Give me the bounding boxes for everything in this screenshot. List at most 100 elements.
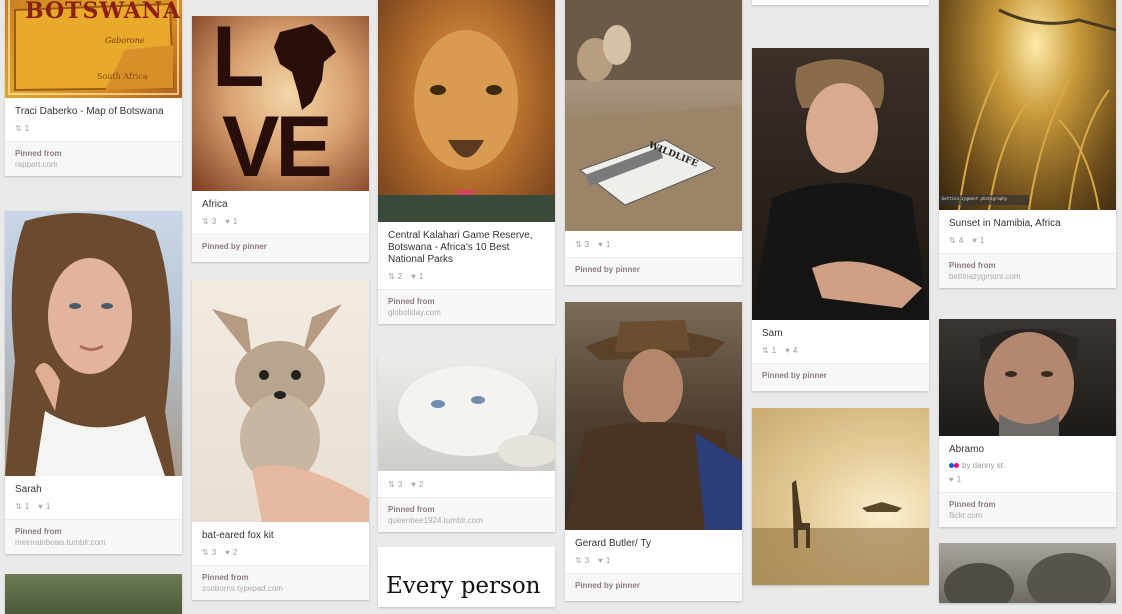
repin-count: ⇅ 3: [202, 217, 217, 226]
pin-body: Traci Daberko - Map of Botswana ⇅ 1: [5, 98, 182, 141]
source-link[interactable]: globoliday.com: [388, 307, 545, 318]
map-region: South Africa: [97, 72, 148, 81]
fox-kit-illustration: [212, 304, 369, 522]
pin-description: bat-eared fox kit: [202, 530, 274, 541]
map-city: Gaborone: [105, 36, 145, 45]
pin-card[interactable]: BOTSWANA Gaborone South Africa Traci Dab…: [5, 0, 182, 176]
pin-card[interactable]: Every person: [378, 547, 555, 607]
pin-image[interactable]: L VE: [192, 16, 369, 191]
pin-body: Gerard Butler/ Ty ⇅ 3 ♥ 1: [565, 530, 742, 573]
pin-card[interactable]: [939, 543, 1116, 603]
source-link[interactable]: bettinazygmont.com: [949, 271, 1106, 282]
source-link[interactable]: rappart.com: [15, 159, 172, 170]
source-link[interactable]: zooborns.typepad.com: [202, 583, 359, 594]
pin-card[interactable]: WILDLIFE ⇅ 3 ♥ 1 Pinned by pinner: [565, 0, 742, 285]
pin-image[interactable]: [939, 543, 1116, 603]
heart-icon: ♥: [225, 548, 230, 557]
pinned-from-label: Pinned from: [15, 149, 62, 158]
pin-image[interactable]: [378, 356, 555, 471]
cowboy-illustration: [565, 302, 742, 530]
pin-footer: Pinned from meinrainbows.tumblr.com: [5, 519, 182, 554]
pin-stats: ⇅ 1: [15, 123, 172, 135]
source-link[interactable]: queenbee1924.tumblr.com: [388, 515, 545, 526]
repin-count: ⇅ 3: [202, 548, 217, 557]
pin-image[interactable]: [5, 211, 182, 476]
pin-body: Sarah ⇅ 1 ♥ 1: [5, 476, 182, 519]
like-count: ♥ 4: [785, 346, 798, 355]
pin-image[interactable]: [752, 48, 929, 320]
pin-description: Gerard Butler/ Ty: [575, 538, 651, 549]
repin-icon: ⇅: [388, 480, 395, 489]
source-link[interactable]: flickr.com: [949, 510, 1106, 521]
pin-card[interactable]: [752, 0, 929, 5]
pinned-from-label: Pinned from: [388, 297, 435, 306]
pin-footer: Pinned from bettinazygmont.com: [939, 253, 1116, 288]
pin-body: Sam ⇅ 1 ♥ 4: [752, 320, 929, 363]
grass-sunset-illustration: [939, 8, 1116, 210]
pin-card[interactable]: Gerard Butler/ Ty ⇅ 3 ♥ 1 Pinned by pinner: [565, 302, 742, 601]
pin-card[interactable]: Sarah ⇅ 1 ♥ 1 Pinned from meinrainbows.tum…: [5, 211, 182, 554]
pin-image[interactable]: [5, 574, 182, 614]
repin-icon: ⇅: [575, 240, 582, 249]
like-count: ♥ 1: [972, 236, 985, 245]
like-count: ♥ 1: [225, 217, 238, 226]
pinned-by-label: Pinned by pinner: [202, 242, 267, 251]
via-attribution[interactable]: by danny st.: [949, 461, 1106, 470]
pin-image[interactable]: [192, 279, 369, 522]
repin-count: ⇅ 1: [15, 124, 30, 133]
pin-stats: ⇅ 3 ♥ 1: [202, 216, 359, 228]
pin-card[interactable]: ⇅ 3 ♥ 2 Pinned from queenbee1924.tumblr.co…: [378, 356, 555, 532]
pin-body: Africa ⇅ 3 ♥ 1: [192, 191, 369, 234]
repin-count: ⇅ 1: [762, 346, 777, 355]
pin-image[interactable]: [565, 302, 742, 530]
pin-card[interactable]: Sam ⇅ 1 ♥ 4 Pinned by pinner: [752, 48, 929, 391]
heart-icon: ♥: [598, 240, 603, 249]
heart-icon: ♥: [972, 236, 977, 245]
pin-image[interactable]: bettina zygmont photography: [939, 0, 1116, 210]
pinned-from-label: Pinned from: [388, 505, 435, 514]
portrait-man-illustration: [979, 329, 1079, 436]
pin-description: Sarah: [15, 484, 42, 495]
pinned-by-label: Pinned by pinner: [762, 371, 827, 380]
like-count: ♥ 2: [225, 548, 238, 557]
pin-footer: Pinned from globoliday.com: [378, 289, 555, 324]
heart-icon: ♥: [785, 346, 790, 355]
pin-description: Sam: [762, 328, 783, 339]
pinned-from-label: Pinned from: [949, 261, 996, 270]
like-count: ♥ 1: [949, 475, 962, 484]
pin-footer: Pinned by pinner: [565, 257, 742, 285]
pin-image[interactable]: [752, 408, 929, 585]
pin-card[interactable]: bettina zygmont photography Sunset in Na…: [939, 0, 1116, 288]
map-title: BOTSWANA: [25, 0, 181, 24]
pin-image[interactable]: [939, 319, 1116, 436]
repin-icon: ⇅: [202, 217, 209, 226]
repin-icon: ⇅: [202, 548, 209, 557]
pin-description: Africa: [202, 199, 228, 210]
pin-card[interactable]: L VE Africa ⇅ 3 ♥ 1 Pinned by pinner: [192, 16, 369, 262]
pin-stats: ⇅ 1 ♥ 1: [15, 501, 172, 513]
like-count: ♥ 1: [598, 556, 611, 565]
pinned-from-label: Pinned from: [15, 527, 62, 536]
pin-description: Sunset in Namibia, Africa: [949, 218, 1061, 229]
pin-image[interactable]: WILDLIFE: [565, 0, 742, 231]
pin-stats: ⇅ 1 ♥ 4: [762, 345, 919, 357]
pin-card[interactable]: bat-eared fox kit ⇅ 3 ♥ 2 Pinned from zoob…: [192, 279, 369, 600]
pin-footer: Pinned by pinner: [752, 363, 929, 391]
pin-stats: ⇅ 3 ♥ 2: [202, 547, 359, 559]
source-link[interactable]: meinrainbows.tumblr.com: [15, 537, 172, 548]
pin-footer: Pinned from queenbee1924.tumblr.com: [378, 497, 555, 532]
pin-card[interactable]: Central Kalahari Game Reserve, Botswana …: [378, 0, 555, 324]
pin-body: Sunset in Namibia, Africa ⇅ 4 ♥ 1: [939, 210, 1116, 253]
photo-credit: bettina zygmont photography: [942, 196, 1008, 201]
white-lion-illustration: [398, 366, 555, 467]
pin-image[interactable]: BOTSWANA Gaborone South Africa: [5, 0, 182, 98]
pinned-by-label: Pinned by pinner: [575, 581, 640, 590]
pin-card[interactable]: [752, 408, 929, 585]
pin-footer: Pinned from rappart.com: [5, 141, 182, 176]
pin-card[interactable]: [5, 574, 182, 614]
pinned-from-label: Pinned from: [202, 573, 249, 582]
pin-card[interactable]: Abramo by danny st. ♥ 1 Pinned from flick…: [939, 319, 1116, 527]
elephants-illustration: [944, 553, 1111, 603]
pin-image[interactable]: [378, 0, 555, 222]
heart-icon: ♥: [38, 502, 43, 511]
